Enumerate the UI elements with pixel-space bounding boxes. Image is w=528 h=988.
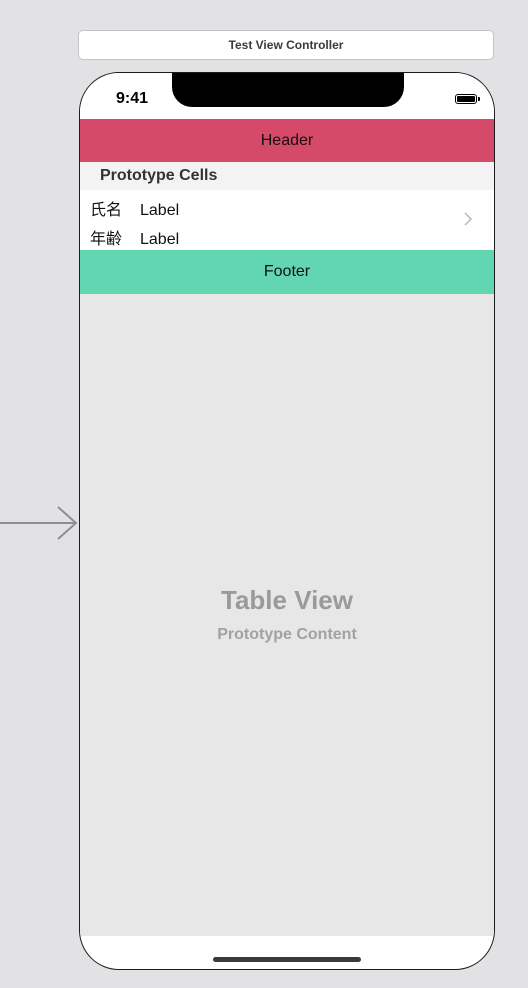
table-view-placeholder-subtitle: Prototype Content <box>217 626 357 643</box>
cell-title-label: 年齢 <box>90 231 123 248</box>
battery-icon <box>455 94 480 104</box>
entry-point-arrow-icon[interactable] <box>0 504 80 542</box>
chevron-right-icon <box>464 212 473 226</box>
cell-row-name: 氏名 Label <box>90 196 179 220</box>
table-view-placeholder-title: Table View <box>221 585 353 615</box>
scene-title-bar[interactable]: Test View Controller <box>78 30 494 60</box>
section-header-prototype-cells: Prototype Cells <box>80 162 494 190</box>
status-bar: 9:41 <box>80 73 494 119</box>
device-notch <box>172 73 404 107</box>
cell-value-label[interactable]: Label <box>140 231 179 248</box>
table-header-view[interactable]: Header <box>80 119 494 162</box>
cell-value-label[interactable]: Label <box>140 202 179 219</box>
home-indicator <box>213 957 361 962</box>
prototype-cell[interactable]: 氏名 Label 年齢 Label <box>80 190 494 250</box>
footer-label: Footer <box>263 263 311 280</box>
header-label: Header <box>260 131 314 149</box>
cell-title-label: 氏名 <box>90 202 123 219</box>
device-frame: 9:41 Header Prototype Cells 氏名 Label 年齢 La… <box>79 72 495 970</box>
cell-row-age: 年齢 Label <box>90 225 179 249</box>
section-header-label: Prototype Cells <box>100 167 218 184</box>
status-time: 9:41 <box>116 90 149 107</box>
table-view[interactable]: Table View Prototype Content <box>80 294 494 936</box>
table-footer-view[interactable]: Footer <box>80 250 494 294</box>
